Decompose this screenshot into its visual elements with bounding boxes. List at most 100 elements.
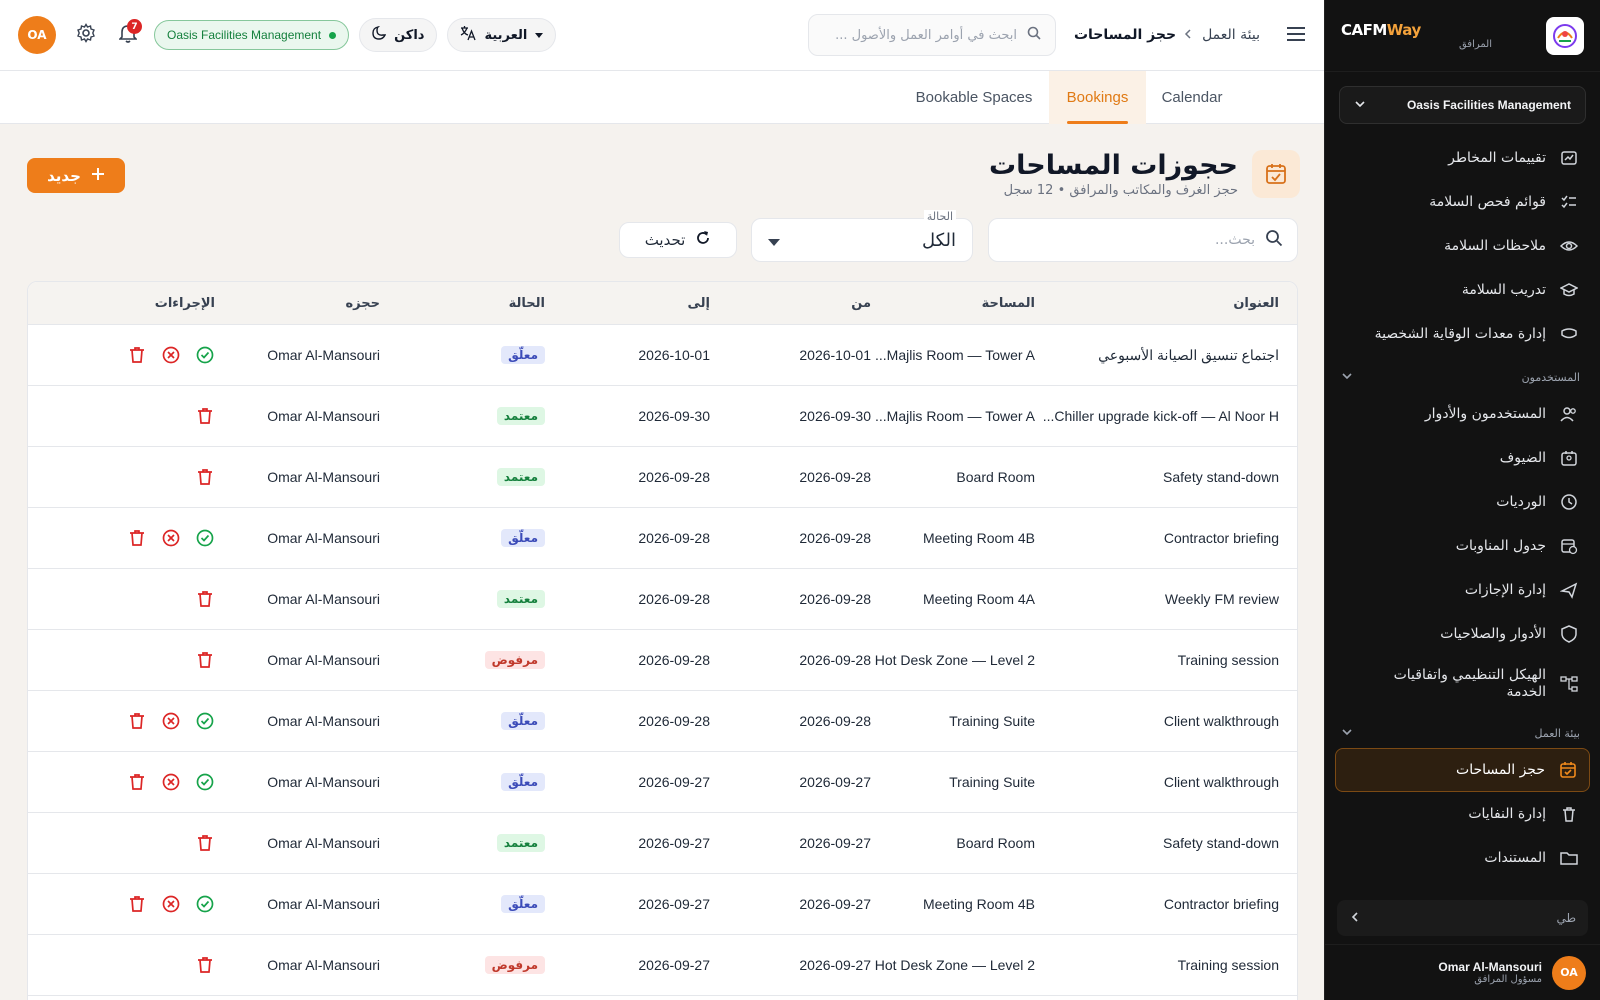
table-row[interactable]: Chiller upgrade kick-off — Al Noor H... …: [28, 386, 1297, 447]
column-header-space[interactable]: المساحة: [865, 282, 1035, 324]
cell-from: 2026-09-28: [799, 652, 871, 668]
sidebar-item-documents[interactable]: المستندات: [1335, 836, 1590, 880]
ppe-icon: [1558, 325, 1580, 343]
cell-space: Training Suite: [949, 713, 1035, 729]
sidebar-item-guests[interactable]: الضيوف: [1335, 436, 1590, 480]
x-circle-icon: [162, 712, 180, 730]
tab-bookable-spaces[interactable]: Bookable Spaces: [906, 71, 1042, 124]
shield-icon: [1558, 625, 1580, 643]
sidebar-item-waste[interactable]: إدارة النفايات: [1335, 792, 1590, 836]
sidebar-item-safety-checklists[interactable]: قوائم فحص السلامة: [1335, 180, 1590, 224]
sidebar-item-risk-assessments[interactable]: تقييمات المخاطر: [1335, 136, 1590, 180]
table-row[interactable]: Weekly FM review Meeting Room 4A 2026-09…: [28, 569, 1297, 630]
sidebar-item-label: إدارة الإجازات: [1464, 582, 1546, 598]
sidebar-item-roles-permissions[interactable]: الأدوار والصلاحيات: [1335, 612, 1590, 656]
status-filter-select[interactable]: الحالة الكل: [751, 210, 973, 262]
delete-button[interactable]: [127, 894, 147, 914]
cell-actions: [55, 813, 215, 873]
approve-button[interactable]: [195, 772, 215, 792]
sidebar-item-org-structure[interactable]: الهيكل التنظيمي واتفاقيات الخدمة: [1335, 656, 1590, 712]
cell-from: 2026-09-28: [799, 469, 871, 485]
collapse-sidebar-button[interactable]: طي: [1337, 900, 1588, 936]
column-header-title[interactable]: العنوان: [1039, 282, 1279, 324]
table-row[interactable]: Client walkthrough Training Suite 2026-0…: [28, 752, 1297, 813]
column-header-status[interactable]: الحالة: [455, 282, 545, 324]
brand-name: CAFM: [1341, 21, 1387, 39]
table-row[interactable]: Safety stand-down Board Room 2026-09-27 …: [28, 813, 1297, 874]
global-search-input[interactable]: ابحث في أوامر العمل والأصول ...: [807, 14, 1056, 56]
user-role: مسؤول المرافق: [1474, 974, 1542, 985]
approve-button[interactable]: [195, 528, 215, 548]
new-button-label: جديد: [47, 166, 81, 185]
table-row[interactable]: Contractor briefing Meeting Room 4B 2026…: [28, 508, 1297, 569]
table-row[interactable]: Training session Hot Desk Zone — Level 2…: [28, 935, 1297, 996]
sidebar-item-shifts[interactable]: الورديات: [1335, 480, 1590, 524]
org-status-pill[interactable]: Oasis Facilities Management: [154, 20, 350, 50]
cell-space: Meeting Room 4A: [922, 591, 1035, 607]
reject-button[interactable]: [161, 711, 181, 731]
delete-button[interactable]: [127, 772, 147, 792]
org-select[interactable]: Oasis Facilities Management: [1339, 86, 1586, 124]
status-badge: معتمد: [496, 834, 545, 852]
delete-button[interactable]: [195, 589, 215, 609]
table-row[interactable]: Safety stand-down Board Room 2026-09-28 …: [28, 447, 1297, 508]
sidebar-item-safety-training[interactable]: تدريب السلامة: [1335, 268, 1590, 312]
sidebar-item-safety-observations[interactable]: ملاحظات السلامة: [1335, 224, 1590, 268]
menu-icon[interactable]: [1286, 23, 1306, 47]
bookings-table: العنوان المساحة من إلى الحالة حجزه الإجر…: [27, 281, 1298, 1000]
notifications-button[interactable]: 7: [112, 19, 144, 51]
approve-button[interactable]: [195, 345, 215, 365]
cell-booked-by: Omar Al-Mansouri: [267, 530, 380, 546]
section-users[interactable]: المستخدمون: [1325, 362, 1600, 392]
sidebar-item-space-booking[interactable]: حجز المساحات: [1335, 748, 1590, 792]
table-row[interactable]: Client walkthrough Training Suite 2026-0…: [28, 691, 1297, 752]
delete-button[interactable]: [195, 467, 215, 487]
settings-button[interactable]: [70, 19, 102, 51]
approve-button[interactable]: [195, 894, 215, 914]
user-profile[interactable]: OA Omar Al-Mansouri مسؤول المرافق: [1325, 944, 1600, 1000]
table-row[interactable]: Training session Hot Desk Zone — Level 2…: [28, 630, 1297, 691]
check-circle-icon: [196, 712, 214, 730]
cell-title: Client walkthrough: [1163, 713, 1279, 729]
avatar[interactable]: OA: [18, 16, 56, 54]
status-badge: معلّق: [501, 346, 545, 364]
refresh-button[interactable]: تحديث: [619, 222, 737, 258]
search-icon: [1265, 229, 1283, 251]
delete-button[interactable]: [195, 406, 215, 426]
breadcrumb-root[interactable]: بيئة العمل: [1202, 27, 1260, 43]
collapse-label: طي: [1556, 911, 1576, 925]
reject-button[interactable]: [161, 894, 181, 914]
theme-toggle[interactable]: داكن: [359, 18, 438, 52]
delete-button[interactable]: [127, 528, 147, 548]
reject-button[interactable]: [161, 772, 181, 792]
delete-button[interactable]: [127, 711, 147, 731]
notification-badge: 7: [127, 19, 142, 34]
app-logo[interactable]: [1546, 16, 1584, 55]
reject-button[interactable]: [161, 345, 181, 365]
new-booking-button[interactable]: جديد: [27, 158, 125, 193]
approve-button[interactable]: [195, 711, 215, 731]
reject-button[interactable]: [161, 528, 181, 548]
column-header-to[interactable]: إلى: [615, 282, 711, 324]
sidebar-item-rota[interactable]: جدول المناوبات: [1335, 524, 1590, 568]
table-row[interactable]: Contractor briefing Meeting Room 4B 2026…: [28, 874, 1297, 935]
sidebar-item-label: المستندات: [1484, 850, 1546, 866]
delete-button[interactable]: [195, 833, 215, 853]
tab-calendar[interactable]: Calendar: [1148, 71, 1236, 124]
sidebar-item-users-roles[interactable]: المستخدمون والأدوار: [1335, 392, 1590, 436]
search-placeholder: ابحث في أوامر العمل والأصول ...: [835, 27, 1017, 43]
sidebar-item-ppe[interactable]: إدارة معدات الوقاية الشخصية: [1335, 312, 1590, 356]
language-select[interactable]: العربية: [447, 18, 557, 52]
cell-status: معلّق: [455, 691, 545, 751]
column-header-from[interactable]: من: [776, 282, 871, 324]
section-workplace[interactable]: بيئة العمل: [1325, 718, 1600, 748]
delete-button[interactable]: [127, 345, 147, 365]
cell-title: Training session: [1177, 652, 1279, 668]
column-header-booked-by[interactable]: حجزه: [240, 282, 381, 324]
delete-button[interactable]: [195, 955, 215, 975]
sidebar-item-leave[interactable]: إدارة الإجازات: [1335, 568, 1590, 612]
delete-button[interactable]: [195, 650, 215, 670]
table-row[interactable]: اجتماع تنسيق الصيانة الأسبوعي Majlis Roo…: [28, 325, 1297, 386]
bookings-search-input[interactable]: بحث...: [988, 218, 1298, 262]
tab-bookings[interactable]: Bookings: [1049, 71, 1146, 124]
